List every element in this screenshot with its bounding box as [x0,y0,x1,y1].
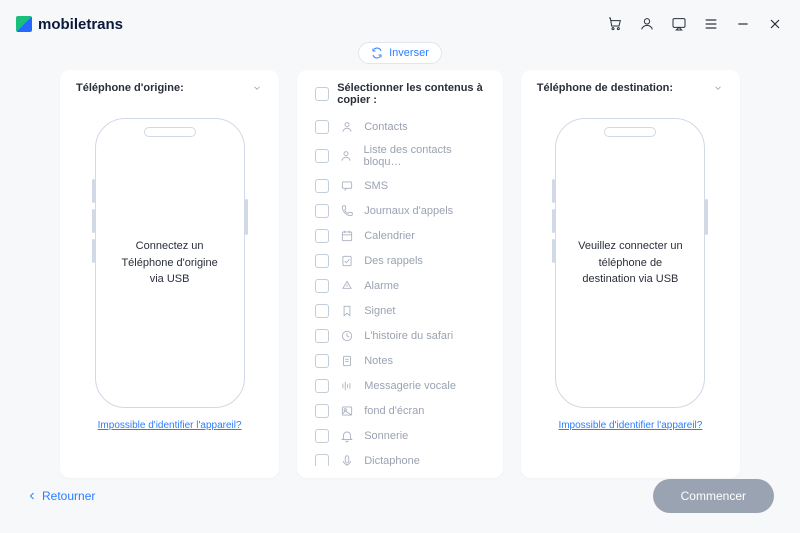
chat-icon [339,178,354,193]
back-label: Retourner [42,489,95,503]
source-title: Téléphone d'origine: [76,82,184,94]
minimize-icon[interactable] [734,15,752,33]
content-checkbox[interactable] [315,120,329,134]
content-row[interactable]: Calendrier [311,223,491,248]
content-row[interactable]: Alarme [311,273,491,298]
dest-panel-header[interactable]: Téléphone de destination: [535,82,726,94]
content-label: Dictaphone [364,455,420,467]
content-row[interactable]: Messagerie vocale [311,373,491,398]
content-label: L'histoire du safari [364,330,453,342]
app-name: mobiletrans [38,16,123,33]
content-checkbox[interactable] [315,149,329,163]
content-row[interactable]: L'histoire du safari [311,323,491,348]
content-list[interactable]: Contacts Liste des contacts bloqu… SMS Jour… [311,114,495,466]
content-label: Calendrier [364,230,415,242]
close-icon[interactable] [766,15,784,33]
content-row[interactable]: Sonnerie [311,423,491,448]
source-panel: Téléphone d'origine: Connectez un Téléph… [60,70,279,478]
history-icon [339,328,354,343]
dest-phone-area: Veuillez connecter un téléphone de desti… [535,100,726,466]
content-row[interactable]: SMS [311,173,491,198]
content-label: Des rappels [364,255,423,267]
select-all-row[interactable]: Sélectionner les contenus à copier : [311,82,495,114]
voicemail-icon [339,378,354,393]
content-label: Signet [364,305,395,317]
content-checkbox[interactable] [315,179,329,193]
phone-icon [339,203,354,218]
swap-button[interactable]: Inverser [358,42,442,64]
content-checkbox[interactable] [315,379,329,393]
cart-icon[interactable] [606,15,624,33]
swap-icon [371,47,383,59]
bell-icon [339,428,354,443]
content-row[interactable]: Signet [311,298,491,323]
mic-icon [339,453,354,466]
content-checkbox[interactable] [315,354,329,368]
content-row[interactable]: fond d'écran [311,398,491,423]
select-all-checkbox[interactable] [315,87,329,101]
content-checkbox[interactable] [315,229,329,243]
select-all-label: Sélectionner les contenus à copier : [337,82,491,106]
main-columns: Téléphone d'origine: Connectez un Téléph… [0,70,800,478]
content-checkbox[interactable] [315,304,329,318]
content-row[interactable]: Des rappels [311,248,491,273]
source-phone-area: Connectez un Téléphone d'origine via USB… [74,100,265,466]
content-label: Notes [364,355,393,367]
alarm-icon [339,278,354,293]
content-checkbox[interactable] [315,429,329,443]
reminder-icon [339,253,354,268]
logo-mark-icon [16,16,32,32]
content-label: Sonnerie [364,430,408,442]
content-checkbox[interactable] [315,279,329,293]
content-row[interactable]: Journaux d'appels [311,198,491,223]
source-identify-link[interactable]: Impossible d'identifier l'appareil? [98,420,242,431]
content-row[interactable]: Notes [311,348,491,373]
content-label: Journaux d'appels [364,205,453,217]
content-label: Messagerie vocale [364,380,456,392]
person-icon [339,119,354,134]
back-button[interactable]: Retourner [26,489,95,503]
content-label: Alarme [364,280,399,292]
dest-title: Téléphone de destination: [537,82,673,94]
chevron-down-icon [712,82,724,94]
content-label: Liste des contacts bloqu… [364,144,487,168]
chevron-left-icon [26,490,38,502]
chevron-down-icon [251,82,263,94]
source-placeholder: Connectez un Téléphone d'origine via USB [121,238,217,288]
notes-icon [339,353,354,368]
dest-identify-link[interactable]: Impossible d'identifier l'appareil? [558,420,702,431]
content-row[interactable]: Liste des contacts bloqu… [311,139,491,173]
dest-placeholder: Veuillez connecter un téléphone de desti… [578,238,683,288]
app-logo: mobiletrans [16,16,123,33]
start-button[interactable]: Commencer [653,479,774,513]
content-row[interactable]: Contacts [311,114,491,139]
bookmark-icon [339,303,354,318]
swap-wrap: Inverser [0,42,800,64]
content-checkbox[interactable] [315,454,329,467]
feedback-icon[interactable] [670,15,688,33]
person-icon [339,149,353,164]
header: mobiletrans [0,0,800,44]
footer: Retourner Commencer [0,467,800,533]
phone-outline-icon: Veuillez connecter un téléphone de desti… [555,118,705,408]
header-actions [606,15,784,33]
dest-panel: Téléphone de destination: Veuillez conne… [521,70,740,478]
content-checkbox[interactable] [315,254,329,268]
content-checkbox[interactable] [315,404,329,418]
menu-icon[interactable] [702,15,720,33]
swap-label: Inverser [389,47,429,59]
content-checkbox[interactable] [315,329,329,343]
content-panel: Sélectionner les contenus à copier : Con… [297,70,503,478]
user-icon[interactable] [638,15,656,33]
source-panel-header[interactable]: Téléphone d'origine: [74,82,265,94]
content-label: Contacts [364,121,407,133]
calendar-icon [339,228,354,243]
wallpaper-icon [339,403,354,418]
content-label: fond d'écran [364,405,424,417]
phone-outline-icon: Connectez un Téléphone d'origine via USB [95,118,245,408]
content-row[interactable]: Dictaphone [311,448,491,466]
content-checkbox[interactable] [315,204,329,218]
content-label: SMS [364,180,388,192]
